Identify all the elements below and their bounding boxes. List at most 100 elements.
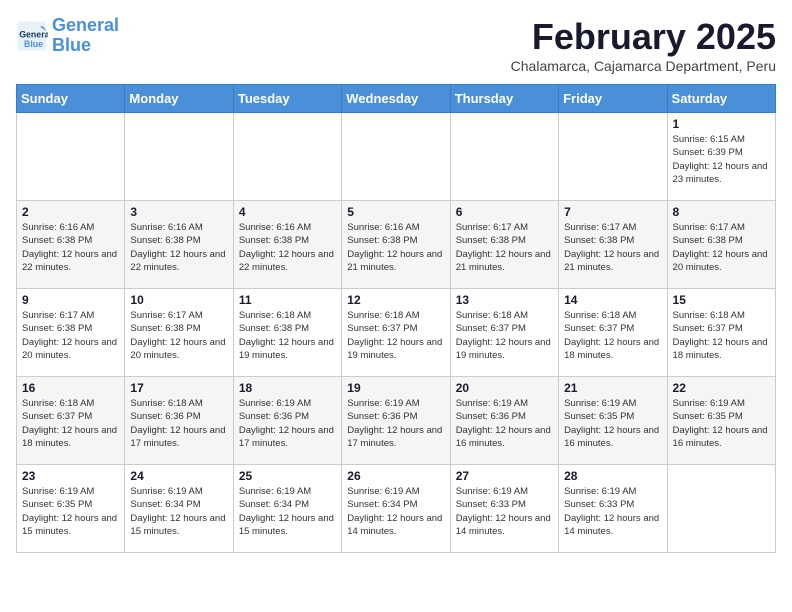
table-row: 16 Sunrise: 6:18 AM Sunset: 6:37 PM Dayli… — [17, 377, 125, 465]
day-info: Sunrise: 6:19 AM Sunset: 6:36 PM Dayligh… — [239, 397, 336, 450]
table-row: 21 Sunrise: 6:19 AM Sunset: 6:35 PM Dayli… — [559, 377, 667, 465]
day-number: 24 — [130, 469, 227, 483]
day-number: 18 — [239, 381, 336, 395]
day-info: Sunrise: 6:18 AM Sunset: 6:37 PM Dayligh… — [456, 309, 553, 362]
day-info: Sunrise: 6:18 AM Sunset: 6:37 PM Dayligh… — [22, 397, 119, 450]
table-row: 9 Sunrise: 6:17 AM Sunset: 6:38 PM Daylig… — [17, 289, 125, 377]
table-row: 8 Sunrise: 6:17 AM Sunset: 6:38 PM Daylig… — [667, 201, 775, 289]
day-number: 20 — [456, 381, 553, 395]
day-number: 15 — [673, 293, 770, 307]
calendar-header: Sunday Monday Tuesday Wednesday Thursday… — [17, 85, 776, 113]
calendar-table: Sunday Monday Tuesday Wednesday Thursday… — [16, 84, 776, 553]
header-monday: Monday — [125, 85, 233, 113]
day-info: Sunrise: 6:19 AM Sunset: 6:34 PM Dayligh… — [130, 485, 227, 538]
day-info: Sunrise: 6:19 AM Sunset: 6:35 PM Dayligh… — [22, 485, 119, 538]
table-row: 25 Sunrise: 6:19 AM Sunset: 6:34 PM Dayli… — [233, 465, 341, 553]
day-info: Sunrise: 6:18 AM Sunset: 6:36 PM Dayligh… — [130, 397, 227, 450]
day-number: 13 — [456, 293, 553, 307]
day-info: Sunrise: 6:17 AM Sunset: 6:38 PM Dayligh… — [130, 309, 227, 362]
day-info: Sunrise: 6:16 AM Sunset: 6:38 PM Dayligh… — [347, 221, 444, 274]
table-row — [17, 113, 125, 201]
table-row: 20 Sunrise: 6:19 AM Sunset: 6:36 PM Dayli… — [450, 377, 558, 465]
day-info: Sunrise: 6:17 AM Sunset: 6:38 PM Dayligh… — [456, 221, 553, 274]
day-number: 14 — [564, 293, 661, 307]
day-number: 5 — [347, 205, 444, 219]
logo-text-line1: General — [52, 16, 119, 36]
day-number: 16 — [22, 381, 119, 395]
day-info: Sunrise: 6:19 AM Sunset: 6:36 PM Dayligh… — [456, 397, 553, 450]
day-number: 8 — [673, 205, 770, 219]
table-row: 24 Sunrise: 6:19 AM Sunset: 6:34 PM Dayli… — [125, 465, 233, 553]
day-info: Sunrise: 6:18 AM Sunset: 6:37 PM Dayligh… — [347, 309, 444, 362]
logo: General Blue General Blue — [16, 16, 119, 56]
day-info: Sunrise: 6:17 AM Sunset: 6:38 PM Dayligh… — [673, 221, 770, 274]
day-info: Sunrise: 6:19 AM Sunset: 6:33 PM Dayligh… — [564, 485, 661, 538]
table-row: 2 Sunrise: 6:16 AM Sunset: 6:38 PM Daylig… — [17, 201, 125, 289]
calendar-body: 1Sunrise: 6:15 AM Sunset: 6:39 PM Daylig… — [17, 113, 776, 553]
table-row: 18 Sunrise: 6:19 AM Sunset: 6:36 PM Dayli… — [233, 377, 341, 465]
day-info: Sunrise: 6:19 AM Sunset: 6:35 PM Dayligh… — [564, 397, 661, 450]
day-number: 3 — [130, 205, 227, 219]
day-info: Sunrise: 6:16 AM Sunset: 6:38 PM Dayligh… — [130, 221, 227, 274]
table-row: 10 Sunrise: 6:17 AM Sunset: 6:38 PM Dayli… — [125, 289, 233, 377]
day-number: 28 — [564, 469, 661, 483]
table-row: 1Sunrise: 6:15 AM Sunset: 6:39 PM Daylig… — [667, 113, 775, 201]
location-title: Chalamarca, Cajamarca Department, Peru — [511, 58, 776, 74]
day-number: 17 — [130, 381, 227, 395]
table-row: 11 Sunrise: 6:18 AM Sunset: 6:38 PM Dayli… — [233, 289, 341, 377]
day-number: 12 — [347, 293, 444, 307]
day-info: Sunrise: 6:16 AM Sunset: 6:38 PM Dayligh… — [239, 221, 336, 274]
month-title: February 2025 — [511, 16, 776, 58]
table-row: 4 Sunrise: 6:16 AM Sunset: 6:38 PM Daylig… — [233, 201, 341, 289]
header-sunday: Sunday — [17, 85, 125, 113]
day-info: Sunrise: 6:18 AM Sunset: 6:38 PM Dayligh… — [239, 309, 336, 362]
day-number: 21 — [564, 381, 661, 395]
table-row: 27 Sunrise: 6:19 AM Sunset: 6:33 PM Dayli… — [450, 465, 558, 553]
header-thursday: Thursday — [450, 85, 558, 113]
table-row — [559, 113, 667, 201]
header-friday: Friday — [559, 85, 667, 113]
day-number: 19 — [347, 381, 444, 395]
table-row — [667, 465, 775, 553]
header-tuesday: Tuesday — [233, 85, 341, 113]
day-number: 4 — [239, 205, 336, 219]
header-wednesday: Wednesday — [342, 85, 450, 113]
table-row: 23Sunrise: 6:19 AM Sunset: 6:35 PM Dayli… — [17, 465, 125, 553]
day-number: 26 — [347, 469, 444, 483]
table-row — [342, 113, 450, 201]
title-area: February 2025 Chalamarca, Cajamarca Depa… — [511, 16, 776, 74]
table-row: 7Sunrise: 6:17 AM Sunset: 6:38 PM Daylig… — [559, 201, 667, 289]
day-info: Sunrise: 6:16 AM Sunset: 6:38 PM Dayligh… — [22, 221, 119, 274]
table-row: 19Sunrise: 6:19 AM Sunset: 6:36 PM Dayli… — [342, 377, 450, 465]
table-row: 17 Sunrise: 6:18 AM Sunset: 6:36 PM Dayli… — [125, 377, 233, 465]
day-number: 27 — [456, 469, 553, 483]
day-number: 6 — [456, 205, 553, 219]
page-header: General Blue General Blue February 2025 … — [16, 16, 776, 76]
day-number: 9 — [22, 293, 119, 307]
day-number: 7 — [564, 205, 661, 219]
day-number: 11 — [239, 293, 336, 307]
logo-text-line2: Blue — [52, 36, 119, 56]
table-row: 26 Sunrise: 6:19 AM Sunset: 6:34 PM Dayli… — [342, 465, 450, 553]
day-info: Sunrise: 6:17 AM Sunset: 6:38 PM Dayligh… — [22, 309, 119, 362]
day-info: Sunrise: 6:19 AM Sunset: 6:34 PM Dayligh… — [347, 485, 444, 538]
table-row: 12 Sunrise: 6:18 AM Sunset: 6:37 PM Dayli… — [342, 289, 450, 377]
day-number: 2 — [22, 205, 119, 219]
header-saturday: Saturday — [667, 85, 775, 113]
day-info: Sunrise: 6:19 AM Sunset: 6:34 PM Dayligh… — [239, 485, 336, 538]
svg-text:General: General — [19, 29, 48, 39]
table-row: 5 Sunrise: 6:16 AM Sunset: 6:38 PM Daylig… — [342, 201, 450, 289]
table-row — [125, 113, 233, 201]
generalblue-logo-icon: General Blue — [16, 20, 48, 52]
table-row: 14 Sunrise: 6:18 AM Sunset: 6:37 PM Dayli… — [559, 289, 667, 377]
day-info: Sunrise: 6:19 AM Sunset: 6:35 PM Dayligh… — [673, 397, 770, 450]
day-number: 1 — [673, 117, 770, 131]
day-number: 22 — [673, 381, 770, 395]
day-number: 10 — [130, 293, 227, 307]
day-number: 25 — [239, 469, 336, 483]
day-info: Sunrise: 6:19 AM Sunset: 6:33 PM Dayligh… — [456, 485, 553, 538]
table-row: 3 Sunrise: 6:16 AM Sunset: 6:38 PM Daylig… — [125, 201, 233, 289]
day-info: Sunrise: 6:18 AM Sunset: 6:37 PM Dayligh… — [564, 309, 661, 362]
table-row — [450, 113, 558, 201]
table-row: 13 Sunrise: 6:18 AM Sunset: 6:37 PM Dayli… — [450, 289, 558, 377]
